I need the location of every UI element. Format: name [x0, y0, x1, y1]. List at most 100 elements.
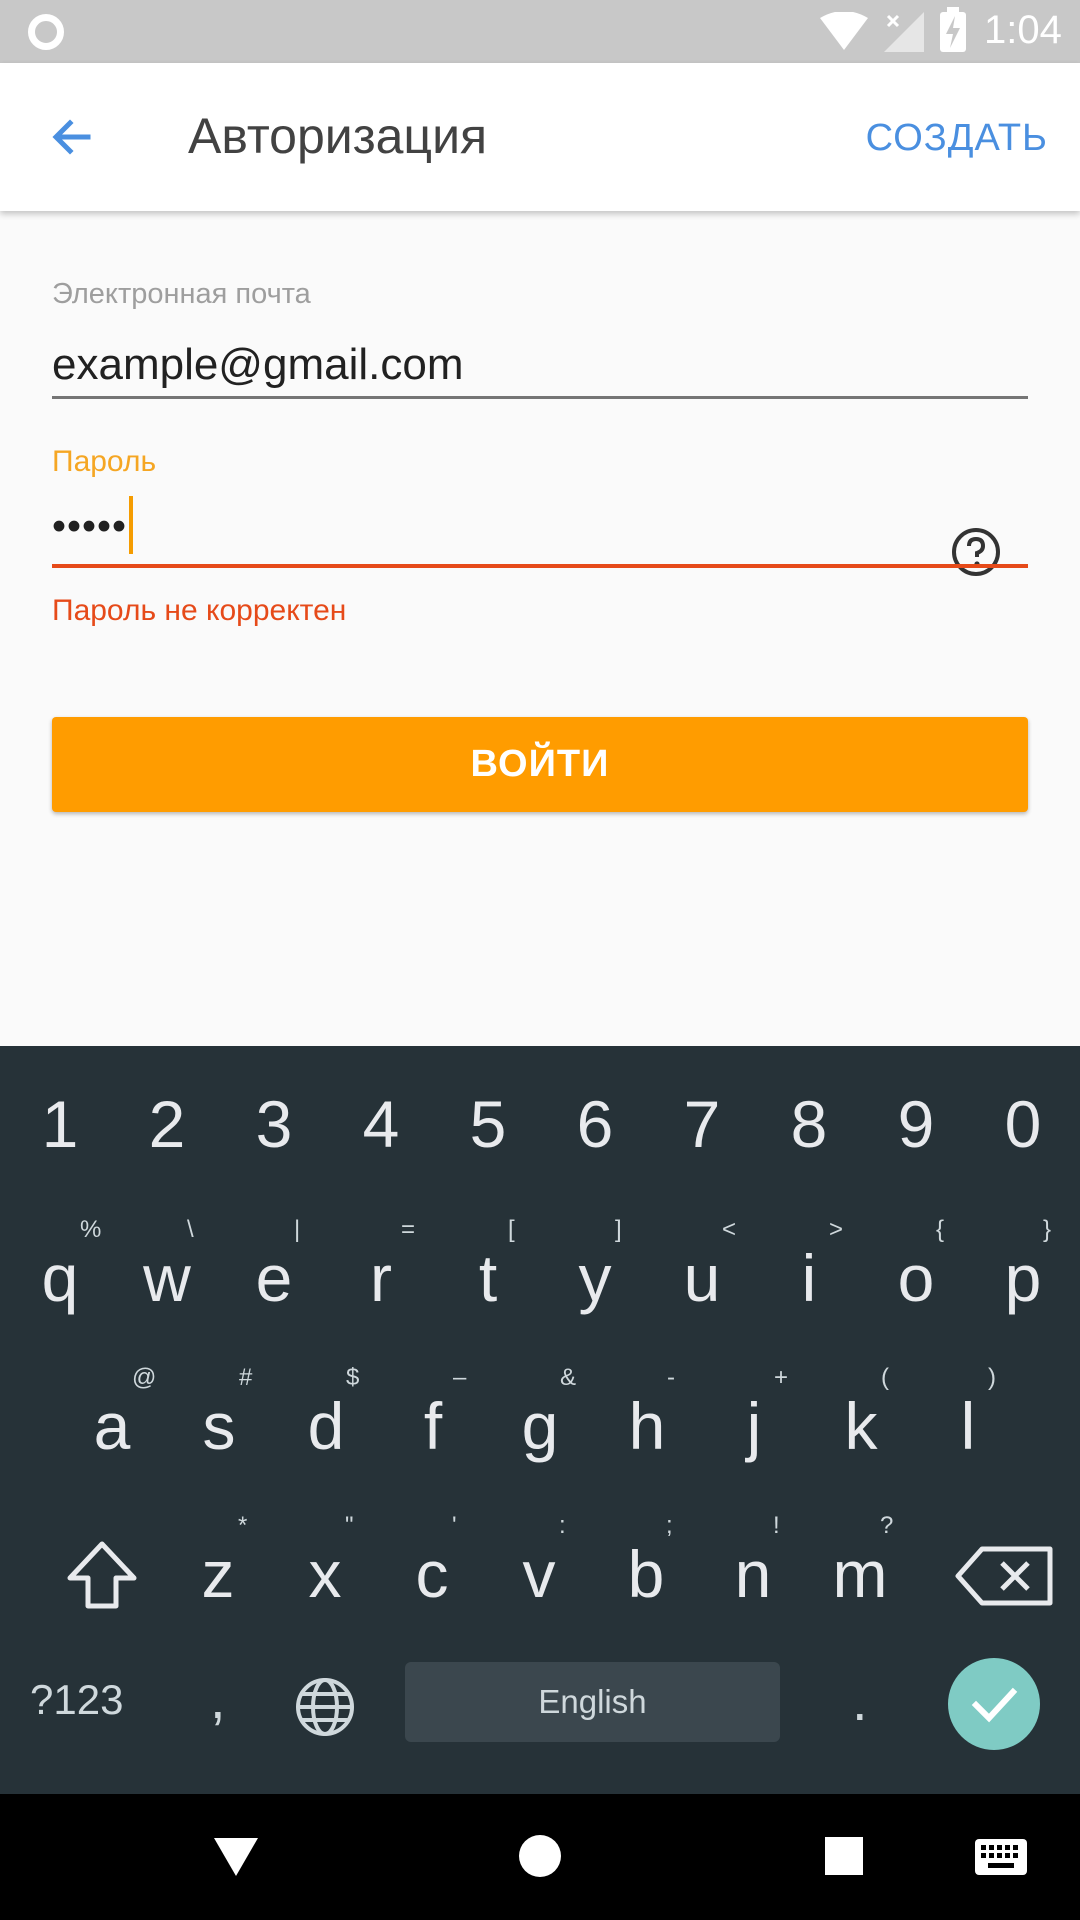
key-7[interactable]: 7	[652, 1066, 752, 1186]
key-9[interactable]: 9	[866, 1066, 966, 1186]
key-j[interactable]: j +	[704, 1356, 804, 1476]
key-p[interactable]: p}	[973, 1208, 1073, 1328]
key-q[interactable]: q%	[10, 1208, 110, 1328]
key-t[interactable]: t[	[438, 1208, 538, 1328]
key-s[interactable]: s #	[169, 1356, 269, 1476]
key-hint: -	[667, 1364, 675, 1391]
checkmark-icon	[971, 1687, 1018, 1723]
key-label: s	[202, 1389, 236, 1463]
key-label: n	[734, 1537, 772, 1611]
key-y[interactable]: y]	[545, 1208, 645, 1328]
key-x[interactable]: x "	[275, 1504, 375, 1624]
key-c[interactable]: c '	[382, 1504, 482, 1624]
key-a[interactable]: a @	[62, 1356, 162, 1476]
key-hint: !	[773, 1512, 780, 1539]
key-5[interactable]: 5	[438, 1066, 538, 1186]
app-bar: Авторизация СОЗДАТЬ	[0, 63, 1080, 211]
key-label: q	[41, 1241, 79, 1315]
key-label: p	[1004, 1241, 1042, 1315]
key-u[interactable]: u <	[652, 1208, 752, 1328]
key-g[interactable]: g &	[490, 1356, 590, 1476]
key-4[interactable]: 4	[331, 1066, 431, 1186]
key-v[interactable]: v:	[489, 1504, 589, 1624]
keyboard: 1234567890 q% w \ e | r = t[y] u < i > o{p} a @ s # d $ f –…	[0, 1046, 1080, 1794]
key-label: e	[255, 1241, 293, 1315]
key-hint: "	[345, 1512, 354, 1539]
key-hint: (	[881, 1364, 889, 1391]
home-circle-icon[interactable]	[518, 1834, 562, 1878]
key-hint: \	[187, 1216, 194, 1243]
key-r[interactable]: r =	[331, 1208, 431, 1328]
password-field[interactable]: •••••	[52, 496, 134, 558]
password-error: Пароль не корректен	[52, 594, 347, 627]
key-hint: &	[560, 1364, 577, 1391]
key-label: 7	[683, 1087, 721, 1161]
key-m[interactable]: m?	[810, 1504, 910, 1624]
backspace-icon[interactable]	[950, 1531, 1060, 1621]
circle-indicator-icon	[28, 14, 64, 50]
key-i[interactable]: i >	[759, 1208, 859, 1328]
email-label: Электронная почта	[52, 278, 311, 310]
key-hint: }	[1043, 1216, 1052, 1243]
key-l[interactable]: l)	[918, 1356, 1018, 1476]
key-label: 0	[1004, 1087, 1042, 1161]
wifi-icon	[820, 12, 868, 50]
shift-icon[interactable]	[52, 1526, 152, 1626]
key-label: i	[801, 1241, 817, 1315]
key-n[interactable]: n!	[703, 1504, 803, 1624]
key-0[interactable]: 0	[973, 1066, 1073, 1186]
password-underline	[52, 564, 1028, 568]
key-h[interactable]: h-	[597, 1356, 697, 1476]
email-underline	[52, 396, 1028, 399]
key-hint: >	[829, 1216, 844, 1243]
key-8[interactable]: 8	[759, 1066, 859, 1186]
arrow-left-icon[interactable]	[48, 113, 96, 161]
key-hint: *	[238, 1512, 248, 1539]
key-hint: [	[508, 1216, 515, 1243]
key-e[interactable]: e |	[224, 1208, 324, 1328]
key-3[interactable]: 3	[224, 1066, 324, 1186]
key-hint: ]	[615, 1216, 622, 1243]
back-triangle-icon[interactable]	[212, 1834, 260, 1880]
period-key[interactable]: .	[852, 1668, 868, 1733]
login-button[interactable]: ВОЙТИ	[52, 717, 1028, 812]
key-d[interactable]: d $	[276, 1356, 376, 1476]
key-2[interactable]: 2	[117, 1066, 217, 1186]
key-f[interactable]: f –	[383, 1356, 483, 1476]
done-button[interactable]	[948, 1658, 1040, 1750]
status-time: 1:04	[984, 8, 1062, 52]
key-w[interactable]: w \	[117, 1208, 217, 1328]
key-1[interactable]: 1	[10, 1066, 110, 1186]
key-hint: '	[452, 1512, 457, 1539]
key-k[interactable]: k(	[811, 1356, 911, 1476]
key-label: f	[423, 1389, 443, 1463]
space-key[interactable]: English	[405, 1662, 780, 1742]
comma-key[interactable]: ,	[210, 1666, 226, 1731]
key-hint: |	[294, 1216, 301, 1243]
question-circle-icon[interactable]	[950, 526, 1002, 578]
key-b[interactable]: b;	[596, 1504, 696, 1624]
key-label: 8	[790, 1087, 828, 1161]
email-field[interactable]	[52, 330, 1028, 400]
key-label: x	[308, 1537, 342, 1611]
key-label: g	[521, 1389, 559, 1463]
symbols-key[interactable]: ?123	[30, 1676, 123, 1724]
key-label: 3	[255, 1087, 293, 1161]
keyboard-icon[interactable]	[974, 1838, 1028, 1876]
text-cursor	[129, 496, 134, 554]
key-label: k	[844, 1389, 878, 1463]
key-label: l	[960, 1389, 976, 1463]
key-label: o	[897, 1241, 935, 1315]
key-label: z	[201, 1537, 235, 1611]
key-6[interactable]: 6	[545, 1066, 645, 1186]
key-label: w	[143, 1241, 191, 1315]
create-account-button[interactable]: СОЗДАТЬ	[866, 117, 1048, 160]
signal-icon	[884, 12, 924, 52]
globe-icon[interactable]	[292, 1674, 358, 1740]
key-o[interactable]: o{	[866, 1208, 966, 1328]
key-hint: ?	[880, 1512, 894, 1539]
key-hint: $	[346, 1364, 360, 1391]
key-label: u	[683, 1241, 721, 1315]
recents-square-icon[interactable]	[824, 1836, 864, 1876]
key-z[interactable]: z *	[168, 1504, 268, 1624]
